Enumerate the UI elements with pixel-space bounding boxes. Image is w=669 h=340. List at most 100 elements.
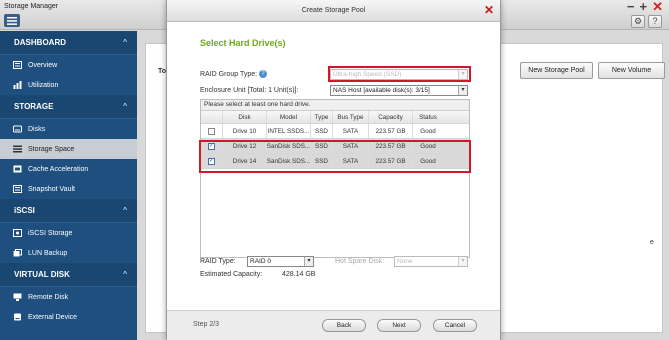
dialog-footer: Step 2/3 Back Next Cancel [167,310,500,340]
column-header[interactable]: Type [311,111,333,123]
sidebar-item-utilization[interactable]: Utilization [0,75,137,95]
maximize-icon[interactable]: + [640,0,648,13]
table-row[interactable]: Drive 10 INTEL SSDS... SSD SATA 223.57 G… [201,124,469,139]
back-button[interactable]: Back [322,319,366,332]
cell-disk: Drive 10 [223,124,267,138]
sidebar-item-label: LUN Backup [28,249,68,257]
new-volume-button[interactable]: New Volume [598,62,665,79]
chevron-down-icon: ▾ [458,257,467,266]
overview-icon [13,61,22,69]
sidebar-item-label: Utilization [28,81,59,89]
disk-icon [13,125,22,133]
minimize-icon[interactable]: − [627,0,635,13]
cell-status: Good [420,127,436,135]
external-device-icon [14,313,21,321]
window-controls: − + ✕ [627,0,663,13]
cell-model: INTEL SSDS... [267,124,311,138]
column-header[interactable]: Status [413,111,443,123]
dialog-heading: Select Hard Drive(s) [200,38,286,48]
chart-icon [13,81,22,89]
cell-capacity: 223.57 GB [369,124,413,138]
disk-table: Please select at least one hard drive. D… [200,99,470,258]
backup-icon [13,249,22,257]
sidebar-item-lun-backup[interactable]: LUN Backup [0,243,137,263]
cache-icon [13,165,22,173]
sidebar-item-label: Snapshot Vault [28,185,75,193]
chevron-down-icon: ▾ [304,257,313,266]
hot-spare-select[interactable]: None ▾ [394,256,468,267]
sidebar-item-label: iSCSI Storage [28,229,73,237]
raid-type-select[interactable]: RAID 0 ▾ [247,256,314,267]
section-label: VIRTUAL DISK [14,270,70,279]
gear-icon[interactable]: ⚙ [631,15,645,28]
column-header[interactable]: Model [267,111,311,123]
chevron-up-icon: ^ [123,270,127,279]
raid-group-label-row: RAID Group Type:? [200,70,268,78]
app-title: Storage Manager [4,3,59,10]
chevron-up-icon: ^ [123,38,127,47]
sidebar-item-iscsi-storage[interactable]: iSCSI Storage [0,223,137,243]
iscsi-icon [13,229,22,237]
step-indicator: Step 2/3 [193,321,220,328]
sidebar-item-label: Cache Acceleration [28,165,89,173]
sidebar-section-iscsi[interactable]: iSCSI ^ [0,199,137,223]
sidebar-section-dashboard[interactable]: DASHBOARD ^ [0,31,137,55]
panel-fragment: e [650,239,654,246]
close-icon[interactable]: ✕ [484,0,494,20]
estimated-capacity-value: 428.14 GB [282,271,316,278]
chevron-up-icon: ^ [123,206,127,215]
table-empty-area [201,169,469,257]
remote-disk-icon [13,293,22,301]
sidebar-item-cache-acceleration[interactable]: Cache Acceleration [0,159,137,179]
raid-group-label: RAID Group Type: [200,70,258,78]
row-checkbox[interactable] [208,127,215,135]
help-icon[interactable]: ? [648,15,662,28]
header-select [201,111,223,123]
enclosure-select[interactable]: NAS Host [available disk(s): 3/15] ▾ [330,85,468,96]
sidebar-item-label: Overview [28,61,58,69]
sidebar: DASHBOARD ^ Overview Utilization STORAGE ^… [0,31,137,340]
dialog-titlebar: Create Storage Pool ✕ [167,0,500,22]
raid-type-label: RAID Type: [200,258,236,265]
hot-spare-value: None [397,258,413,265]
cell-type: SSD [311,124,333,138]
sidebar-item-label: External Device [28,313,78,321]
sidebar-item-snapshot-vault[interactable]: Snapshot Vault [0,179,137,199]
hot-spare-label: Hot Spare Disk: [335,258,385,265]
sidebar-item-storage-space[interactable]: Storage Space [0,139,137,159]
sidebar-item-label: Storage Space [28,145,75,153]
sidebar-item-remote-disk[interactable]: Remote Disk [0,287,137,307]
vault-icon [13,185,22,193]
section-label: iSCSI [14,206,35,215]
enclosure-label: Enclosure Unit [Total: 1 Unit(s)]: [200,87,299,94]
new-storage-pool-button[interactable]: New Storage Pool [520,62,593,79]
dialog-title: Create Storage Pool [301,7,366,14]
section-label: DASHBOARD [14,38,66,47]
table-instruction: Please select at least one hard drive. [201,100,469,111]
help-icon[interactable]: ? [259,70,268,78]
column-header[interactable]: Bus Type [333,111,369,123]
create-storage-pool-dialog: Create Storage Pool ✕ Select Hard Drive(… [166,0,501,340]
sidebar-item-label: Remote Disk [28,293,69,301]
menu-icon[interactable] [4,14,20,27]
raid-type-value: RAID 0 [250,258,271,265]
sidebar-section-storage[interactable]: STORAGE ^ [0,95,137,119]
chevron-down-icon: ▾ [458,86,467,95]
table-header: Disk Model Type Bus Type Capacity Status [201,111,469,124]
highlight-selected-drives [199,140,471,173]
highlight-raid-group [328,66,471,82]
column-header[interactable]: Disk [223,111,267,123]
next-button[interactable]: Next [377,319,421,332]
column-header[interactable]: Capacity [369,111,413,123]
sidebar-item-label: Disks [28,125,46,133]
sidebar-section-virtual-disk[interactable]: VIRTUAL DISK ^ [0,263,137,287]
cancel-button[interactable]: Cancel [433,319,477,332]
close-icon[interactable]: ✕ [652,0,663,13]
cell-bus: SATA [333,124,369,138]
sidebar-item-disks[interactable]: Disks [0,119,137,139]
chevron-up-icon: ^ [123,102,127,111]
sidebar-item-external-device[interactable]: External Device [0,307,137,327]
enclosure-value: NAS Host [available disk(s): 3/15] [333,87,430,94]
sidebar-item-overview[interactable]: Overview [0,55,137,75]
list-icon [13,145,22,153]
